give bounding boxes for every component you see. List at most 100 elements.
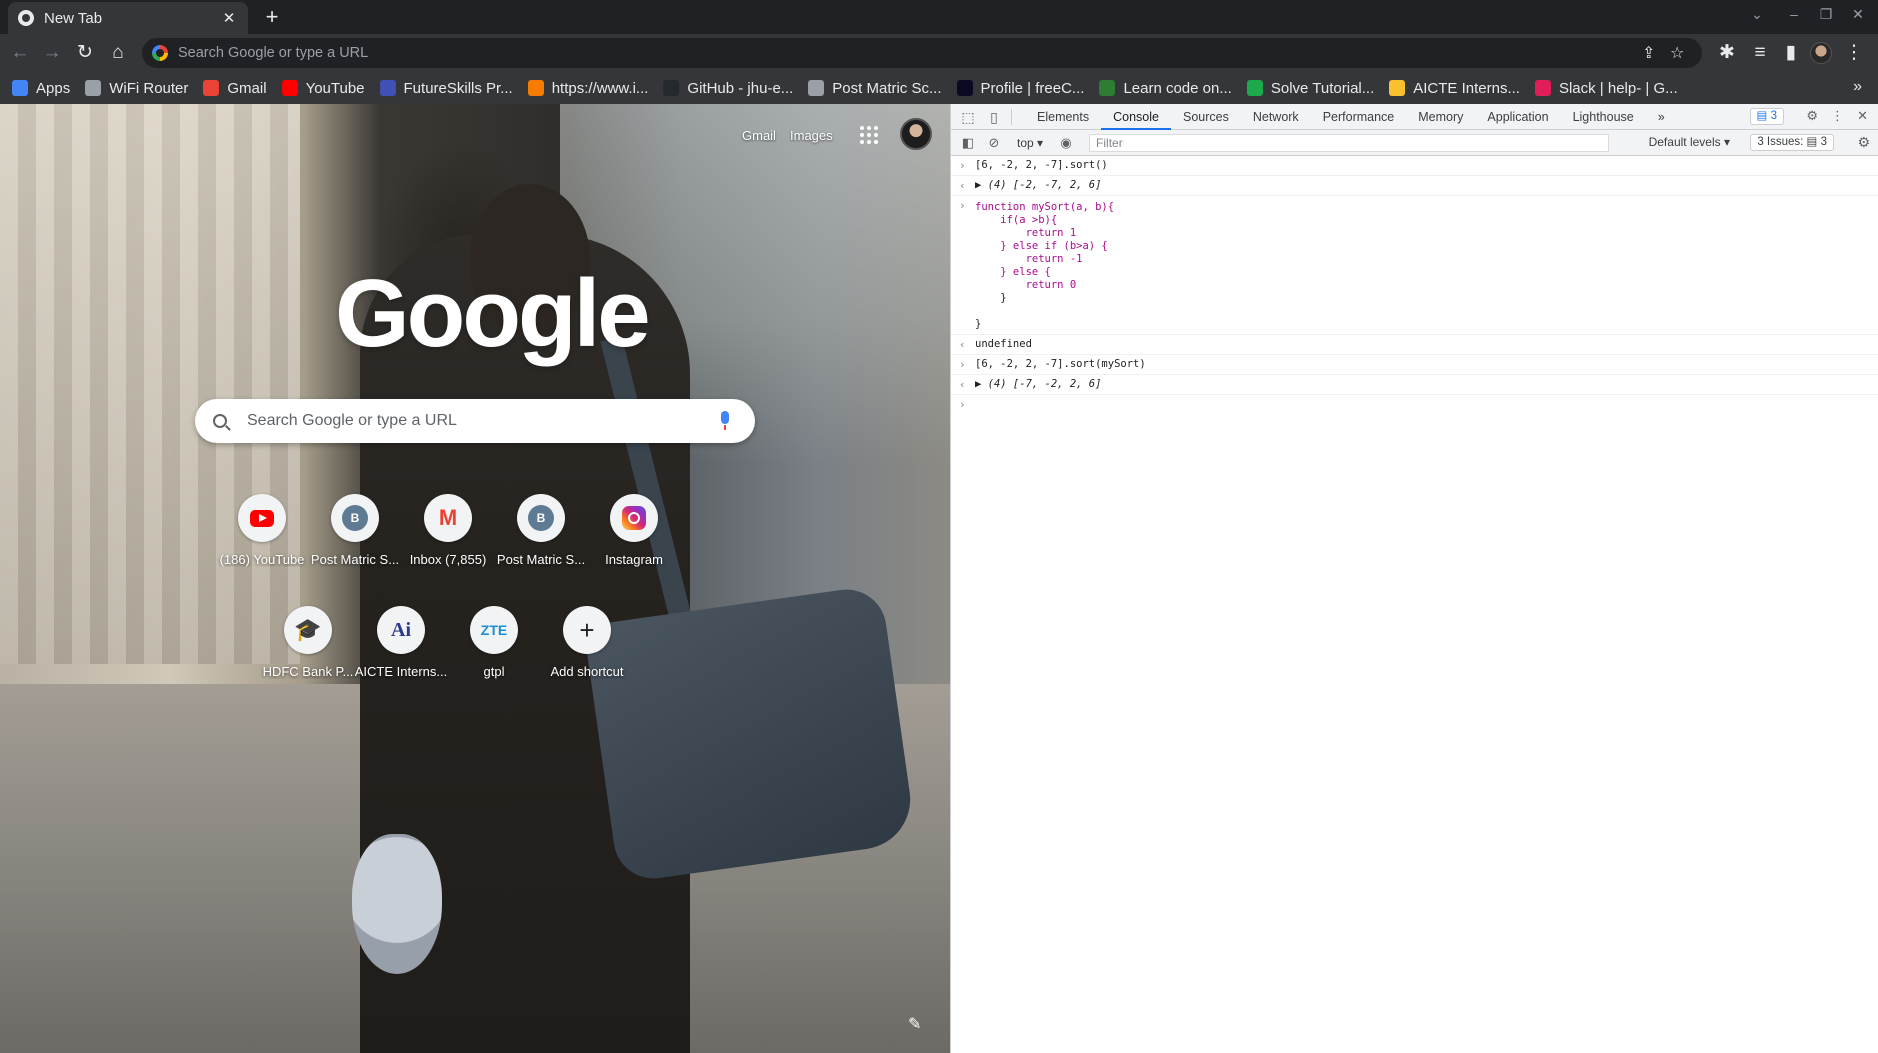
console-input-line: › function mySort(a, b){ if(a >b){ retur… xyxy=(951,196,1878,335)
console-result-line[interactable]: ‹ ▶ (4) [-7, -2, 2, 6] xyxy=(951,375,1878,395)
media-controls-icon[interactable]: ≡ xyxy=(1748,41,1772,65)
devtools-tab-memory[interactable]: Memory xyxy=(1406,104,1475,130)
log-levels-dropdown[interactable]: Default levels ▾ xyxy=(1649,135,1730,149)
home-icon[interactable]: ⌂ xyxy=(106,41,130,65)
letter-b-icon: B xyxy=(342,505,368,531)
profile-avatar[interactable] xyxy=(1810,42,1832,64)
gmail-link[interactable]: Gmail xyxy=(742,128,776,143)
share-icon[interactable]: ⇪ xyxy=(1642,43,1655,63)
live-expression-eye-icon[interactable]: ◉ xyxy=(1057,134,1075,152)
reload-icon[interactable]: ↻ xyxy=(73,41,97,65)
devtools-panel: ⬚ ▯ Elements Console Sources Network Perform… xyxy=(950,104,1878,1053)
bookmark-label: FutureSkills Pr... xyxy=(403,79,513,97)
bookmark-item[interactable]: YouTube xyxy=(281,79,365,97)
devtools-menu-icon[interactable]: ⋮ xyxy=(1831,108,1844,124)
address-bar[interactable]: Search Google or type a URL ⇪ ☆ xyxy=(142,38,1702,68)
clear-console-icon[interactable]: ⊘ xyxy=(985,134,1003,152)
youtube-icon xyxy=(250,509,274,527)
browser-toolbar: ← → ↻ ⌂ Search Google or type a URL ⇪ ☆ … xyxy=(0,34,1878,72)
devtools-tab-application[interactable]: Application xyxy=(1475,104,1560,130)
bookmark-item[interactable]: Profile | freeC... xyxy=(956,79,1085,97)
bookmark-item[interactable]: GitHub - jhu-e... xyxy=(663,80,793,97)
console-caret-icon: › xyxy=(959,398,966,411)
console-filter-input[interactable]: Filter xyxy=(1089,133,1610,152)
bookmark-item[interactable]: Solve Tutorial... xyxy=(1246,80,1374,97)
side-panel-icon[interactable]: ▮ xyxy=(1779,41,1803,65)
chrome-menu-icon[interactable]: ⋮ xyxy=(1842,41,1866,65)
context-selector[interactable]: top ▾ xyxy=(1017,136,1043,150)
console-command: [6, -2, 2, -7].sort(mySort) xyxy=(975,358,1146,370)
hackerrank-icon xyxy=(1246,80,1263,96)
add-shortcut-button[interactable]: + Add shortcut xyxy=(531,606,643,706)
bookmark-label: YouTube xyxy=(305,79,365,97)
forward-icon[interactable]: → xyxy=(40,41,64,65)
bookmark-label: Gmail xyxy=(227,79,267,97)
aicte-icon: Ai xyxy=(391,618,411,641)
devtools-tab-network[interactable]: Network xyxy=(1241,104,1311,130)
shortcut-tile[interactable]: Instagram xyxy=(578,494,690,594)
console-result-line: ‹ undefined xyxy=(951,335,1878,355)
zte-icon: ZTE xyxy=(480,622,508,638)
messages-badge[interactable]: ▤ 3 xyxy=(1749,108,1784,125)
youtube-icon xyxy=(281,80,298,96)
close-window-button[interactable]: ✕ xyxy=(1843,6,1873,23)
bookmark-item[interactable]: Learn code on... xyxy=(1099,79,1232,97)
console-result: ▶ (4) [-7, -2, 2, 6] xyxy=(975,378,1102,390)
ntp-search-box[interactable]: Search Google or type a URL xyxy=(195,399,755,443)
bookmark-item[interactable]: Slack | help- | G... xyxy=(1534,79,1678,97)
bookmark-label: WiFi Router xyxy=(109,79,189,97)
aicte-icon xyxy=(1389,80,1406,96)
restore-button[interactable]: ❐ xyxy=(1811,6,1841,23)
bookmarks-overflow-icon[interactable]: » xyxy=(1853,78,1862,96)
extensions-icon[interactable]: ✱ xyxy=(1715,41,1739,65)
tab-strip: New Tab ✕ + ⌄ – ❐ ✕ xyxy=(0,0,1878,34)
chrome-favicon-icon xyxy=(18,10,34,26)
bookmark-label: Slack | help- | G... xyxy=(1558,79,1678,97)
bookmark-label: Profile | freeC... xyxy=(980,79,1085,97)
function-source-line: function mySort(a, b){ xyxy=(975,201,1115,213)
voice-search-icon[interactable] xyxy=(713,409,737,433)
minimize-button[interactable]: – xyxy=(1779,6,1809,22)
account-avatar[interactable] xyxy=(900,118,932,150)
google-apps-icon[interactable] xyxy=(860,126,878,144)
inspect-element-icon[interactable]: ⬚ xyxy=(959,108,977,126)
search-icon xyxy=(213,414,227,428)
images-link[interactable]: Images xyxy=(790,128,833,143)
devtools-close-icon[interactable]: ✕ xyxy=(1857,108,1868,124)
shortcut-icon-circle: Ai xyxy=(377,606,425,654)
bookmark-label: Post Matric Sc... xyxy=(832,79,942,97)
bookmark-item[interactable]: AICTE Interns... xyxy=(1389,80,1520,97)
bookmark-item[interactable]: Post Matric Sc... xyxy=(808,79,942,97)
console-sidebar-icon[interactable]: ◧ xyxy=(959,134,977,152)
gmail-icon: M xyxy=(438,505,458,530)
issues-badge[interactable]: 3 Issues: ▤ 3 xyxy=(1750,134,1834,151)
bookmark-item[interactable]: FutureSkills Pr... xyxy=(379,79,513,97)
console-settings-icon[interactable]: ⚙ xyxy=(1857,134,1870,151)
devtools-settings-icon[interactable]: ⚙ xyxy=(1806,108,1818,124)
console-prompt[interactable]: › xyxy=(951,395,1878,414)
new-tab-button[interactable]: + xyxy=(258,4,286,32)
bookmark-star-icon[interactable]: ☆ xyxy=(1670,43,1684,63)
address-bar-placeholder: Search Google or type a URL xyxy=(178,45,369,61)
bookmark-label: Learn code on... xyxy=(1123,79,1232,97)
devtools-tab-console[interactable]: Console xyxy=(1101,104,1171,130)
bookmark-item[interactable]: Gmail xyxy=(203,79,267,97)
devtools-more-tabs-icon[interactable]: » xyxy=(1646,104,1677,130)
bookmark-item[interactable]: Apps xyxy=(12,80,70,97)
bookmark-item[interactable]: WiFi Router xyxy=(85,80,188,97)
devtools-tab-elements[interactable]: Elements xyxy=(1025,104,1101,130)
shortcut-icon-circle: 🎓 xyxy=(284,606,332,654)
back-icon[interactable]: ← xyxy=(8,41,32,65)
devtools-tab-lighthouse[interactable]: Lighthouse xyxy=(1561,104,1646,130)
devtools-tab-performance[interactable]: Performance xyxy=(1311,104,1407,130)
tab-search-dropdown-icon[interactable]: ⌄ xyxy=(1742,6,1772,23)
customize-pencil-icon[interactable]: ✎ xyxy=(908,1014,921,1034)
devtools-tab-list: Elements Console Sources Network Performance… xyxy=(1025,104,1646,130)
tab-new-tab[interactable]: New Tab ✕ xyxy=(8,2,248,34)
device-toolbar-icon[interactable]: ▯ xyxy=(985,108,1003,126)
background-clown-mask xyxy=(352,834,442,974)
tab-close-icon[interactable]: ✕ xyxy=(220,9,238,27)
bookmark-item[interactable]: https://www.i... xyxy=(527,80,648,97)
devtools-tab-sources[interactable]: Sources xyxy=(1171,104,1241,130)
console-result-line[interactable]: ‹ ▶ (4) [-2, -7, 2, 6] xyxy=(951,176,1878,196)
